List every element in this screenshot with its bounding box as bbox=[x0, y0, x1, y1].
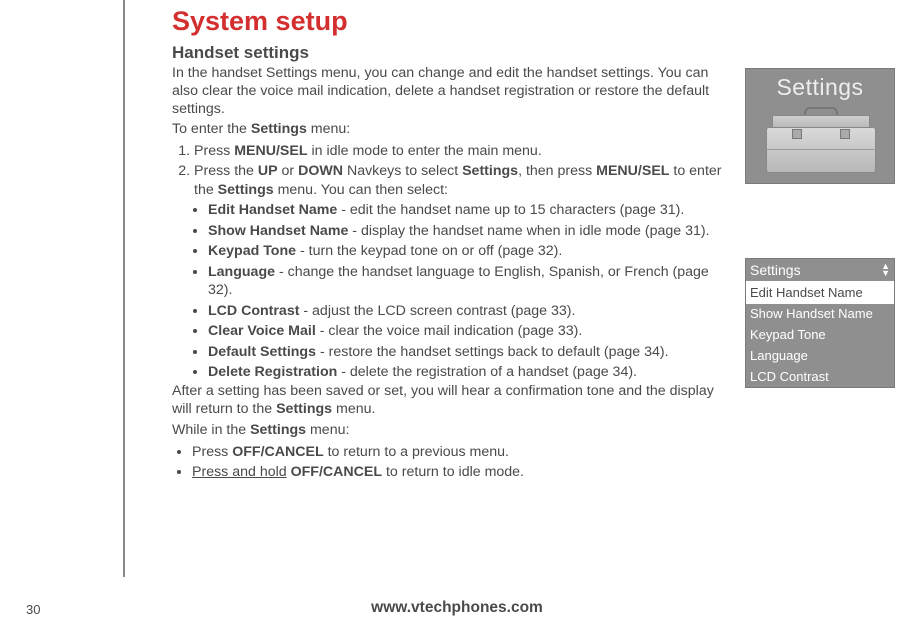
steps-list: Press MENU/SEL in idle mode to enter the… bbox=[172, 142, 734, 199]
option-edit-handset-name: Edit Handset Name - edit the handset nam… bbox=[208, 201, 734, 219]
step-1: Press MENU/SEL in idle mode to enter the… bbox=[194, 142, 734, 160]
option-language: Language - change the handset language t… bbox=[208, 263, 734, 300]
hero-illustration: Settings bbox=[745, 68, 895, 184]
screen-row-selected: Edit Handset Name bbox=[746, 283, 894, 304]
option-keypad-tone: Keypad Tone - turn the keypad tone on or… bbox=[208, 242, 734, 260]
nav-back: Press OFF/CANCEL to return to a previous… bbox=[192, 443, 734, 461]
section-heading: Handset settings bbox=[172, 43, 734, 63]
enter-line: To enter the Settings menu: bbox=[172, 121, 734, 139]
toolbox-icon bbox=[766, 109, 876, 173]
screen-row: Keypad Tone bbox=[746, 325, 894, 346]
option-lcd-contrast: LCD Contrast - adjust the LCD screen con… bbox=[208, 302, 734, 320]
main-content: System setup Handset settings In the han… bbox=[172, 6, 734, 484]
screen-header: Settings ▲▼ bbox=[746, 259, 894, 283]
intro-paragraph: In the handset Settings menu, you can ch… bbox=[172, 65, 734, 118]
option-delete-registration: Delete Registration - delete the registr… bbox=[208, 363, 734, 381]
nav-list: Press OFF/CANCEL to return to a previous… bbox=[172, 443, 734, 482]
options-list: Edit Handset Name - edit the handset nam… bbox=[172, 201, 734, 381]
screen-row: Language bbox=[746, 346, 894, 367]
hero-title: Settings bbox=[746, 74, 894, 101]
nav-idle: Press and hold OFF/CANCEL to return to i… bbox=[192, 463, 734, 481]
screen-header-label: Settings bbox=[750, 261, 801, 279]
updown-arrows-icon: ▲▼ bbox=[881, 263, 890, 277]
after-paragraph: After a setting has been saved or set, y… bbox=[172, 383, 734, 419]
option-default-settings: Default Settings - restore the handset s… bbox=[208, 343, 734, 361]
option-show-handset-name: Show Handset Name - display the handset … bbox=[208, 222, 734, 240]
screen-row: Show Handset Name bbox=[746, 304, 894, 325]
while-line: While in the Settings menu: bbox=[172, 422, 734, 440]
footer-url: www.vtechphones.com bbox=[0, 599, 914, 617]
vertical-divider bbox=[123, 0, 125, 577]
option-clear-voice-mail: Clear Voice Mail - clear the voice mail … bbox=[208, 322, 734, 340]
lcd-screen-mock: Settings ▲▼ Edit Handset Name Show Hands… bbox=[745, 258, 895, 388]
step-2: Press the UP or DOWN Navkeys to select S… bbox=[194, 162, 734, 199]
screen-row: LCD Contrast bbox=[746, 367, 894, 388]
page-title: System setup bbox=[172, 6, 734, 37]
